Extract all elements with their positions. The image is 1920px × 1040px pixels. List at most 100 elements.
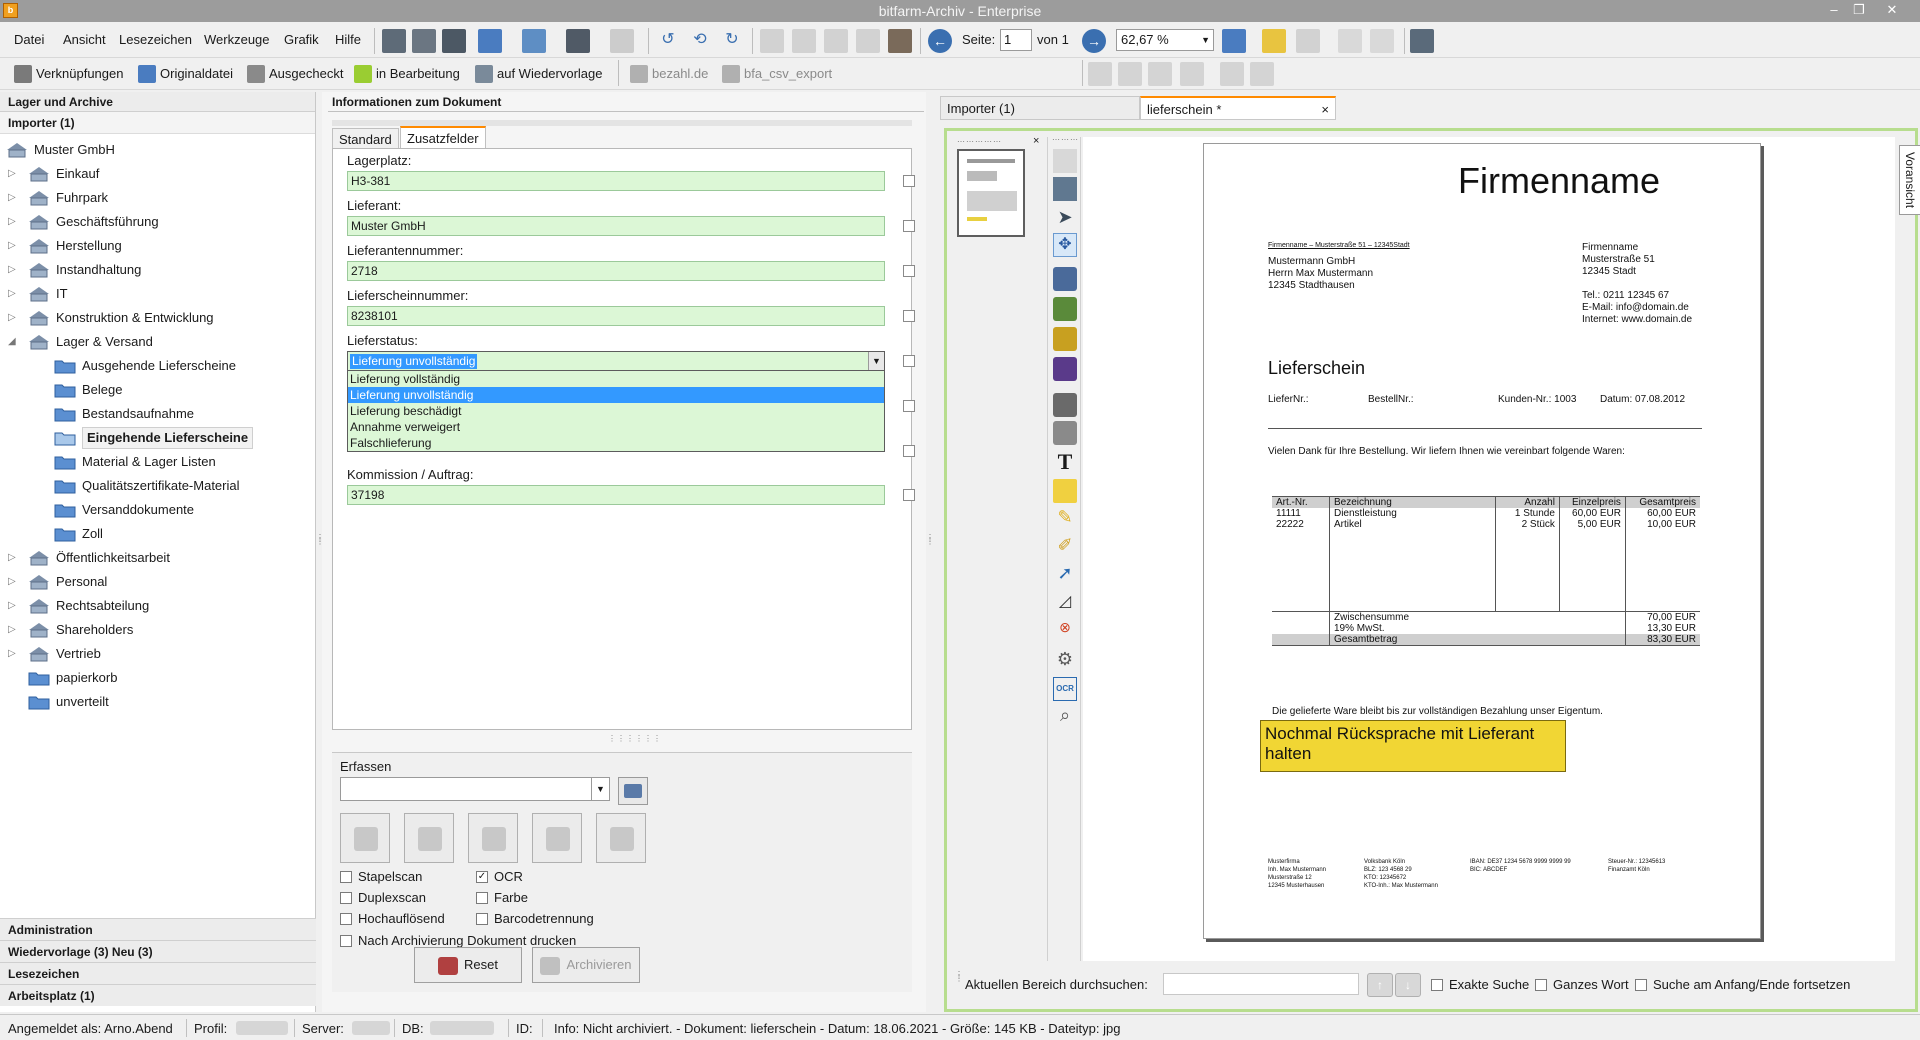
lieferscheinnummer-checkbox[interactable]: [903, 310, 915, 322]
stamp-icon[interactable]: [1088, 62, 1112, 86]
page-number-input[interactable]: 1: [1000, 29, 1032, 51]
user-help-icon[interactable]: [1410, 29, 1434, 53]
expand-icon[interactable]: ▷: [8, 210, 20, 234]
nav-arbeitsplatz[interactable]: Arbeitsplatz (1): [0, 984, 316, 1006]
left-splitter-grip[interactable]: ⋮ ⋮: [316, 534, 324, 564]
whole-word-checkbox[interactable]: Ganzes Wort: [1535, 977, 1629, 993]
prev-page-icon[interactable]: ←: [928, 29, 952, 53]
hochaufloesend-checkbox[interactable]: Hochauflösend: [340, 911, 445, 927]
expand-icon[interactable]: ▷: [8, 306, 20, 330]
sheet-icon[interactable]: [1338, 29, 1362, 53]
middle-splitter-grip[interactable]: ⋮ ⋮: [926, 534, 934, 564]
menu-hilfe[interactable]: Hilfe: [335, 32, 361, 47]
hidden-field-checkbox[interactable]: [903, 400, 915, 412]
expand-icon[interactable]: ▷: [8, 234, 20, 258]
stamp-edit-icon[interactable]: [1118, 62, 1142, 86]
close-button[interactable]: ✕: [1880, 1, 1904, 19]
expand-icon[interactable]: ▷: [8, 186, 20, 210]
delete-icon[interactable]: [1220, 62, 1244, 86]
expand-icon[interactable]: ▷: [8, 258, 20, 282]
scan-button[interactable]: [340, 813, 390, 863]
close-tab-icon[interactable]: ×: [1321, 98, 1329, 122]
search-down-button[interactable]: ↓: [1395, 973, 1421, 997]
lieferantennummer-field[interactable]: 2718: [347, 261, 885, 281]
menu-ansicht[interactable]: Ansicht: [63, 32, 106, 47]
plugin-bezahl-button[interactable]: bezahl.de: [630, 64, 708, 84]
link-icon[interactable]: [760, 29, 784, 53]
tab-lieferschein[interactable]: lieferschein * ×: [1140, 96, 1336, 120]
lieferant-field[interactable]: Muster GmbH: [347, 216, 885, 236]
lock-tool-icon[interactable]: [1053, 149, 1077, 173]
farbe-checkbox[interactable]: Farbe: [476, 890, 528, 906]
layout-icon[interactable]: [442, 29, 466, 53]
chain-icon[interactable]: [792, 29, 816, 53]
lieferstatus-option[interactable]: Lieferung vollständig: [348, 371, 884, 387]
links-button[interactable]: Verknüpfungen: [14, 64, 123, 84]
close-panel-icon[interactable]: ×: [1033, 135, 1039, 147]
next-page-icon[interactable]: →: [1082, 29, 1106, 53]
export-icon[interactable]: [610, 29, 634, 53]
delete-annotation-icon[interactable]: ⊗: [1053, 619, 1077, 643]
stamp-green-icon[interactable]: [1053, 297, 1077, 321]
highlighter-tool-icon[interactable]: ✎: [1053, 507, 1077, 531]
expand-icon[interactable]: ▷: [8, 570, 20, 594]
unlock-icon[interactable]: [1250, 62, 1274, 86]
in-progress-button[interactable]: in Bearbeitung: [354, 64, 460, 84]
note-tool-icon[interactable]: [1053, 479, 1077, 503]
barcodetrennung-checkbox[interactable]: Barcodetrennung: [476, 911, 594, 927]
lieferstatus-select[interactable]: Lieferung unvollständig ▼: [347, 351, 885, 371]
lieferscheinnummer-field[interactable]: 8238101: [347, 306, 885, 326]
import-button[interactable]: [468, 813, 518, 863]
mail-icon[interactable]: [522, 29, 546, 53]
stamp-list-icon[interactable]: [1180, 62, 1204, 86]
minimize-button[interactable]: –: [1822, 1, 1846, 19]
chevron-down-icon[interactable]: ▼: [868, 352, 884, 370]
shape-tool-icon[interactable]: ◿: [1053, 591, 1077, 615]
collapse-icon[interactable]: ◢: [8, 330, 20, 354]
pages-icon[interactable]: [1370, 29, 1394, 53]
search-up-button[interactable]: ↑: [1367, 973, 1393, 997]
delete-page-button[interactable]: [596, 813, 646, 863]
lieferstatus-checkbox[interactable]: [903, 355, 915, 367]
lagerplatz-field[interactable]: H3-381: [347, 171, 885, 191]
stamp-blue-icon[interactable]: [1053, 267, 1077, 291]
plugin-csv-button[interactable]: bfa_csv_export: [722, 64, 832, 84]
pen-tool-icon[interactable]: ✐: [1053, 535, 1077, 559]
scan-append-button[interactable]: [404, 813, 454, 863]
scanner-settings-button[interactable]: [618, 777, 648, 805]
lieferantennummer-checkbox[interactable]: [903, 265, 915, 277]
unlink-icon[interactable]: [824, 29, 848, 53]
menu-lesezeichen[interactable]: Lesezeichen: [119, 32, 192, 47]
stapelscan-checkbox[interactable]: Stapelscan: [340, 869, 422, 885]
search-tool-icon[interactable]: ⌕: [1053, 705, 1077, 729]
horizontal-splitter-grip[interactable]: ⋮⋮⋮⋮⋮⋮: [608, 734, 661, 743]
history-icon[interactable]: [888, 29, 912, 53]
archive-button[interactable]: Archivieren: [532, 947, 640, 983]
print-icon[interactable]: [566, 29, 590, 53]
checked-out-button[interactable]: Ausgecheckt: [247, 64, 343, 84]
lieferant-checkbox[interactable]: [903, 220, 915, 232]
hidden-field-checkbox-2[interactable]: [903, 445, 915, 457]
copy-button[interactable]: [532, 813, 582, 863]
stamp-gray-icon[interactable]: [1053, 393, 1077, 417]
followup-button[interactable]: auf Wiedervorlage: [475, 64, 603, 84]
stamp-add-icon[interactable]: [1148, 62, 1172, 86]
save-icon[interactable]: [478, 29, 502, 53]
zoom-select[interactable]: 62,67 % ▼: [1116, 29, 1214, 51]
reset-button[interactable]: Reset: [414, 947, 522, 983]
arrow-tool-icon[interactable]: ➚: [1053, 563, 1077, 587]
nav-administration[interactable]: Administration: [0, 918, 316, 940]
expand-icon[interactable]: ▷: [8, 282, 20, 306]
duplexscan-checkbox[interactable]: Duplexscan: [340, 890, 426, 906]
nav-lesezeichen[interactable]: Lesezeichen: [0, 962, 316, 984]
expand-icon[interactable]: ▷: [8, 618, 20, 642]
menu-grafik[interactable]: Grafik: [284, 32, 319, 47]
importer-item[interactable]: Importer (1): [0, 112, 315, 134]
lock-icon[interactable]: [856, 29, 880, 53]
stamp-purple-icon[interactable]: [1053, 357, 1077, 381]
menu-datei[interactable]: Datei: [14, 32, 44, 47]
ocr-checkbox[interactable]: ✓ OCR: [476, 869, 523, 885]
original-file-button[interactable]: Originaldatei: [138, 64, 233, 84]
search-input[interactable]: [1163, 973, 1359, 995]
rotate-180-icon[interactable]: ⟲: [688, 29, 712, 53]
